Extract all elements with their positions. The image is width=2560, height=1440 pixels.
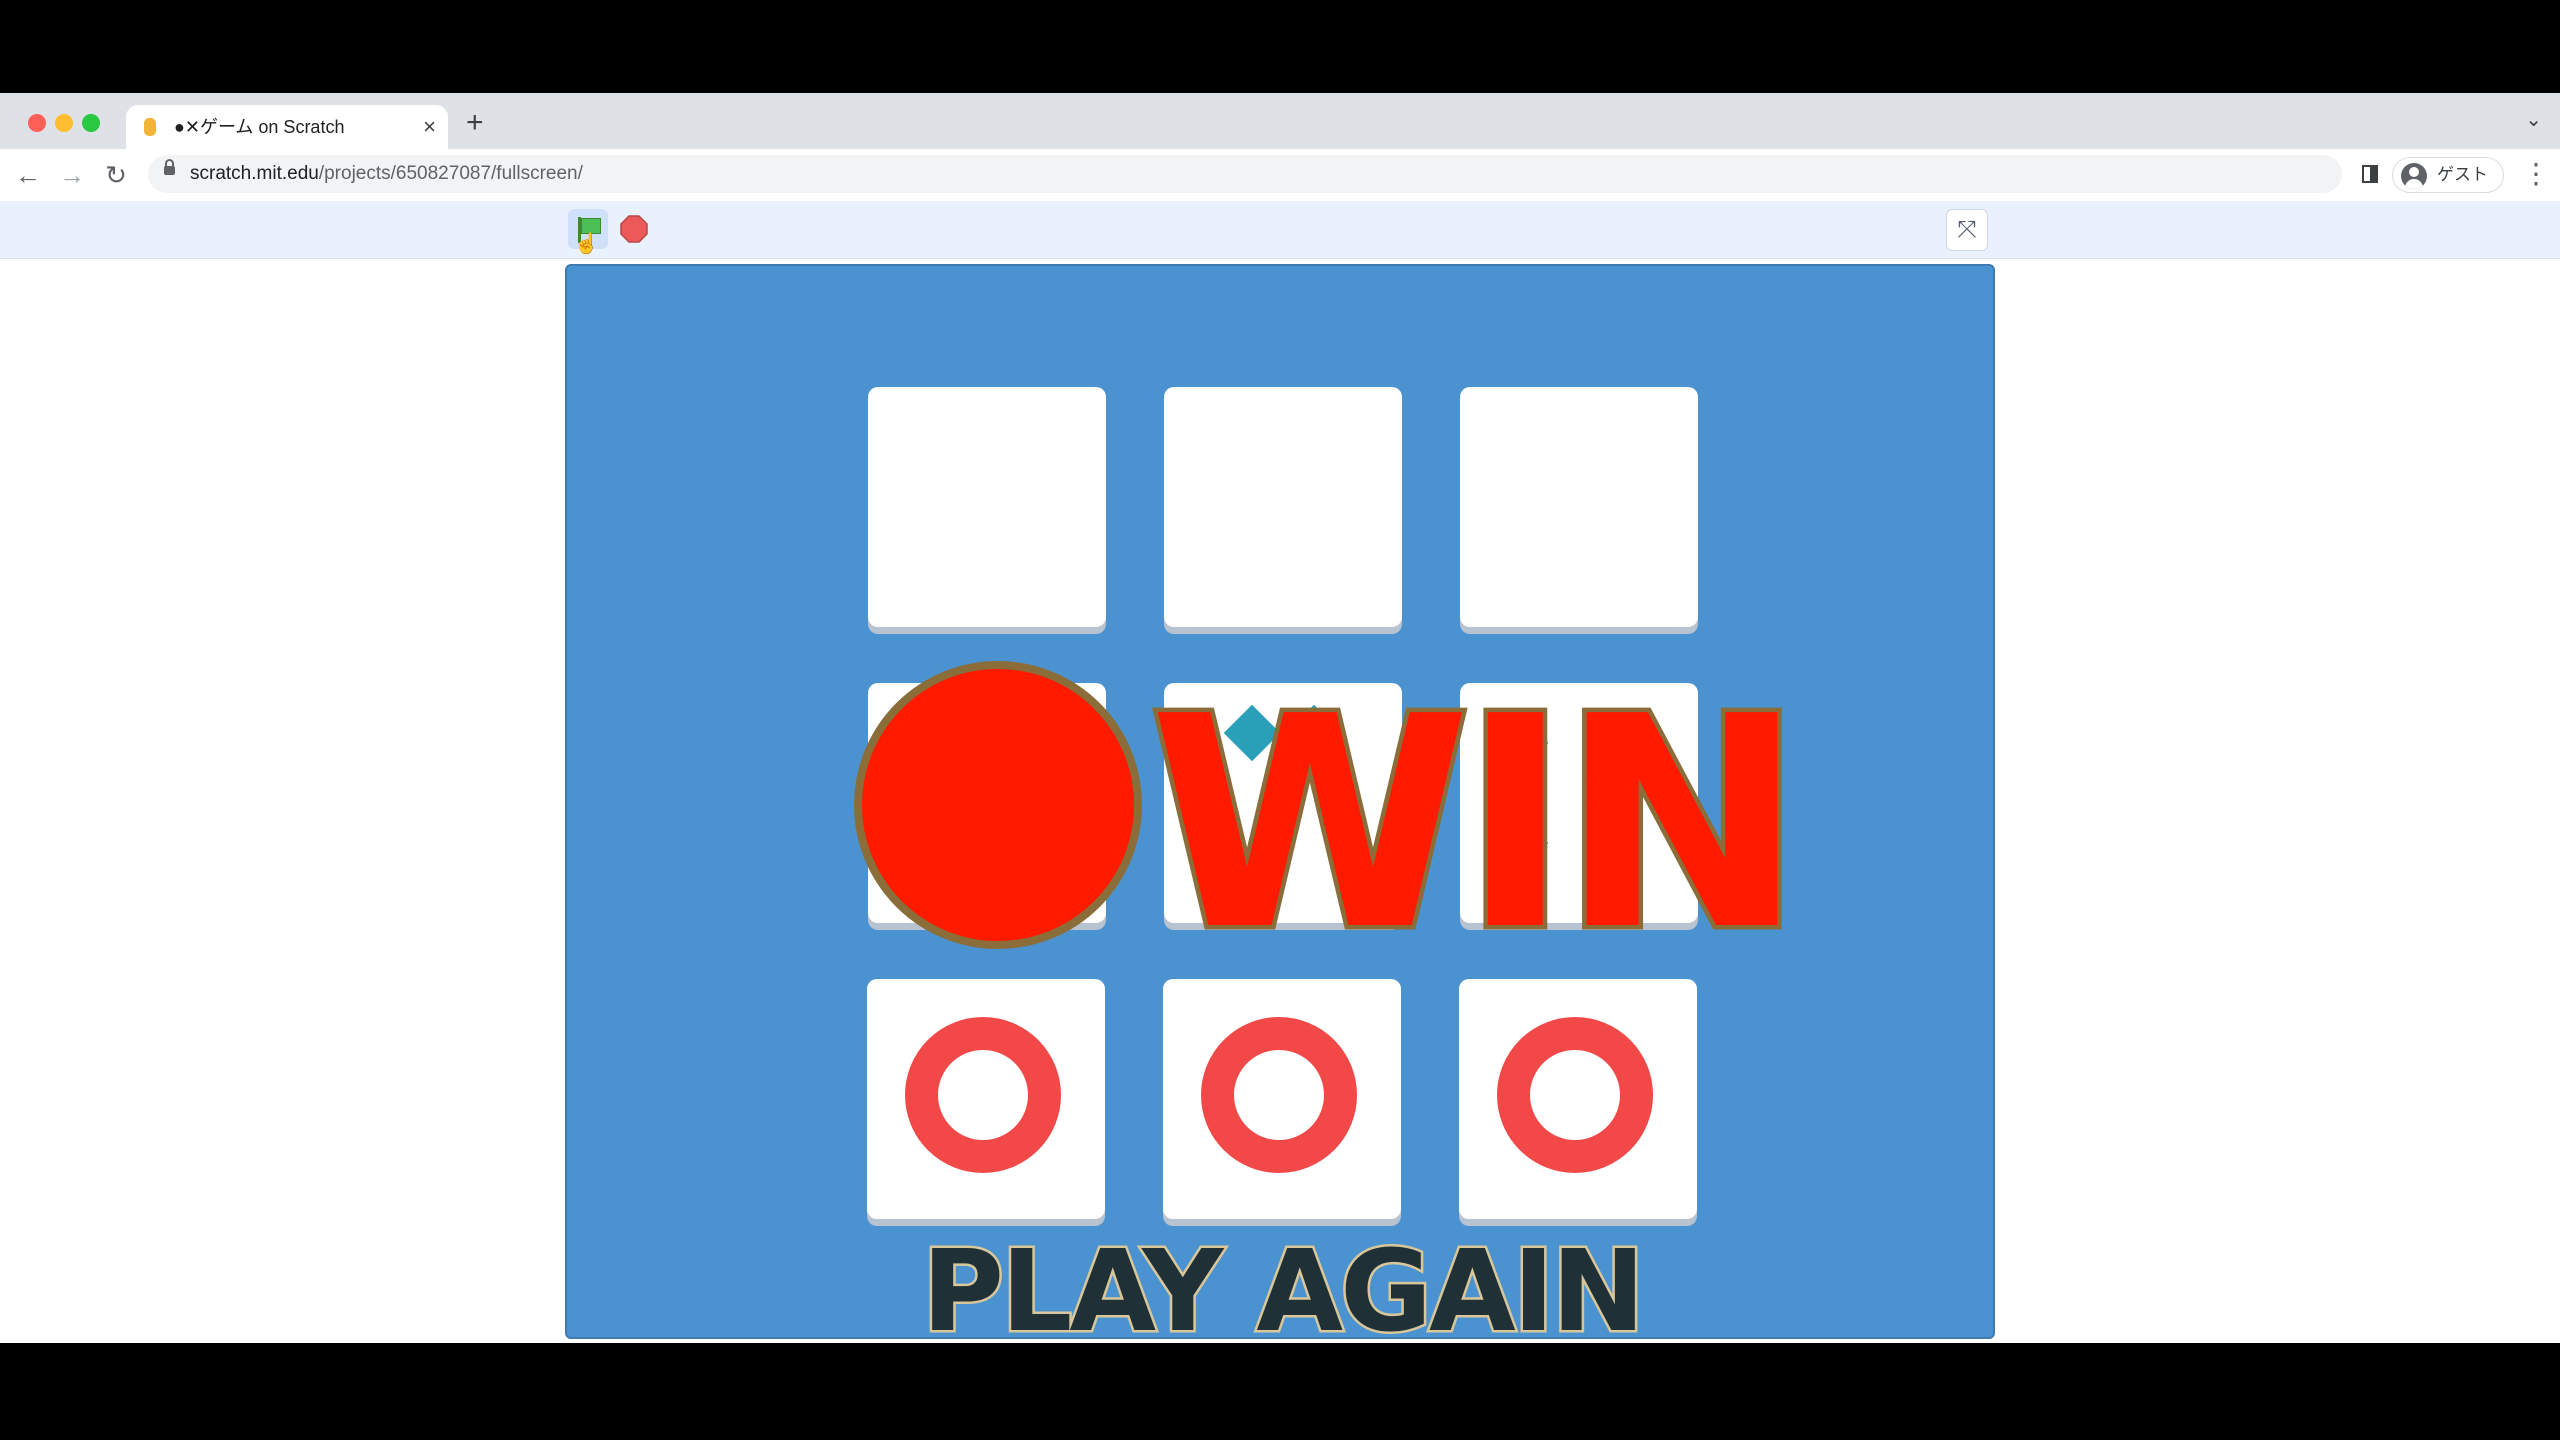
browser-window: ●✕ゲーム on Scratch × + ⌄ ← → ↻ scratch.mit… [0, 93, 2560, 1343]
o-mark-icon [1497, 1017, 1653, 1173]
close-window-button[interactable] [28, 114, 46, 132]
back-button[interactable]: ← [8, 155, 48, 195]
board-cell-1-3[interactable] [1460, 387, 1698, 627]
play-again-button[interactable]: PLAY AGAIN [567, 1234, 1993, 1338]
tab-strip: ●✕ゲーム on Scratch × + ⌄ [0, 93, 2560, 149]
new-tab-button[interactable]: + [466, 101, 484, 145]
scratch-favicon-icon [144, 118, 156, 136]
o-mark-icon [905, 1017, 1061, 1173]
board-cell-1-1[interactable] [868, 387, 1106, 627]
url-text[interactable]: scratch.mit.edu/projects/650827087/fulls… [190, 155, 583, 193]
o-mark-icon [1201, 1017, 1357, 1173]
tab-search-chevron-icon[interactable]: ⌄ [2525, 107, 2542, 132]
profile-name: ゲスト [2437, 165, 2488, 184]
profile-button[interactable]: ゲスト [2392, 157, 2504, 193]
board-cell-1-2[interactable] [1164, 387, 1402, 627]
board-cell-3-2[interactable] [1163, 979, 1401, 1219]
winner-o-icon [854, 661, 1142, 949]
win-banner: WIN [1144, 654, 1808, 994]
browser-toolbar: ← → ↻ scratch.mit.edu/projects/650827087… [0, 149, 2560, 202]
minimize-window-button[interactable] [55, 114, 73, 132]
board-cell-3-3[interactable] [1459, 979, 1697, 1219]
board-cell-3-1[interactable] [867, 979, 1105, 1219]
game-stage[interactable]: WIN PLAY AGAIN [565, 264, 1995, 1339]
url-host: scratch.mit.edu [190, 163, 319, 184]
url-path: /projects/650827087/fullscreen/ [318, 163, 583, 184]
stop-button[interactable] [620, 215, 648, 243]
address-bar[interactable]: scratch.mit.edu/projects/650827087/fulls… [148, 155, 2342, 193]
exit-fullscreen-button[interactable]: ⤧ [1946, 209, 1988, 251]
side-panel-icon[interactable] [2362, 165, 2378, 183]
account-avatar-icon [2401, 163, 2427, 189]
reload-button[interactable]: ↻ [96, 155, 136, 195]
player-controls: ☝ ⤧ [0, 201, 2560, 259]
tab-close-icon[interactable]: × [423, 105, 436, 149]
tab-scratch-game[interactable]: ●✕ゲーム on Scratch × [126, 105, 448, 149]
tab-title: ●✕ゲーム on Scratch [174, 117, 345, 137]
forward-button[interactable]: → [52, 155, 92, 195]
maximize-window-button[interactable] [82, 114, 100, 132]
mouse-cursor-icon: ☝ [574, 233, 599, 255]
lock-icon[interactable] [164, 159, 175, 175]
browser-menu-icon[interactable]: ⋮ [2522, 155, 2550, 195]
